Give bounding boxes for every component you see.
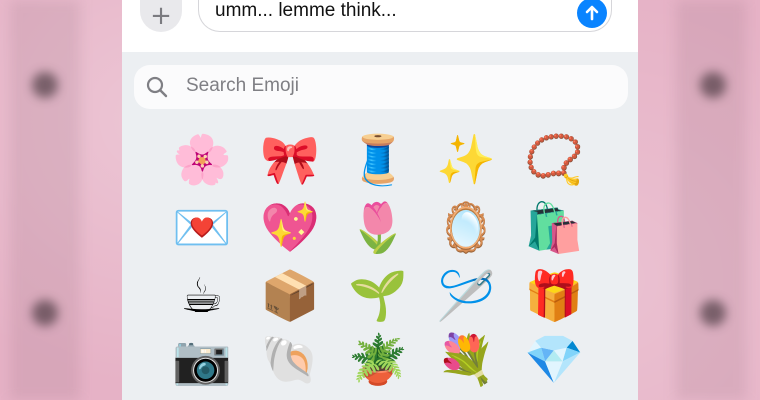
emoji-tulip[interactable]: 🌷: [346, 196, 410, 260]
emoji-wrapped-gift[interactable]: 🎁: [522, 264, 586, 328]
emoji-mirror[interactable]: 🪞: [434, 196, 498, 260]
background-blur-right: [676, 0, 746, 400]
emoji-sewing-needle[interactable]: 🪡: [434, 264, 498, 328]
message-text: umm... lemme think...: [215, 0, 397, 21]
emoji-sparkling-heart[interactable]: 💖: [258, 196, 322, 260]
emoji-prayer-beads[interactable]: 📿: [522, 128, 586, 192]
plus-button[interactable]: +: [140, 0, 182, 32]
phone-screen: + umm... lemme think... Search Emoji 🌸 🎀…: [122, 0, 638, 400]
emoji-love-letter[interactable]: 💌: [170, 196, 234, 260]
emoji-search-input[interactable]: Search Emoji: [134, 65, 628, 109]
emoji-gem-stone[interactable]: 💎: [522, 328, 586, 392]
background-dot: [32, 72, 58, 98]
emoji-thread-spool[interactable]: 🧵: [346, 128, 410, 192]
emoji-package[interactable]: 📦: [258, 264, 322, 328]
search-icon: [146, 76, 168, 98]
plus-icon: +: [150, 1, 172, 31]
emoji-ribbon[interactable]: 🎀: [258, 128, 322, 192]
emoji-hot-beverage[interactable]: ☕: [170, 264, 234, 328]
emoji-potted-plant[interactable]: 🪴: [346, 328, 410, 392]
send-button[interactable]: [577, 0, 607, 28]
emoji-seedling[interactable]: 🌱: [346, 264, 410, 328]
arrow-up-icon: [585, 5, 599, 21]
emoji-bouquet[interactable]: 💐: [434, 328, 498, 392]
emoji-spiral-shell[interactable]: 🐚: [258, 328, 322, 392]
background-dot: [700, 72, 726, 98]
background-dot: [700, 300, 726, 326]
background-blur-left: [10, 0, 80, 400]
emoji-sparkles[interactable]: ✨: [434, 128, 498, 192]
emoji-cherry-blossom[interactable]: 🌸: [170, 128, 234, 192]
emoji-camera[interactable]: 📷: [170, 328, 234, 392]
emoji-shopping-bags[interactable]: 🛍️: [522, 196, 586, 260]
compose-bar: + umm... lemme think...: [122, 0, 638, 52]
message-input[interactable]: umm... lemme think...: [198, 0, 612, 32]
search-placeholder: Search Emoji: [186, 75, 299, 96]
background-dot: [32, 300, 58, 326]
